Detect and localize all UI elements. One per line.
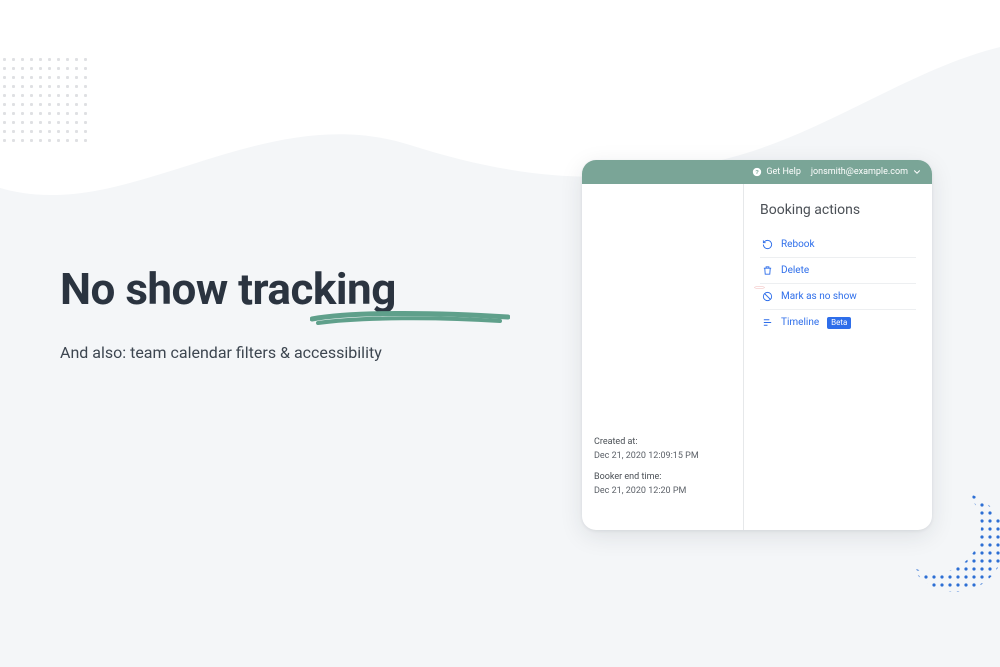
action-timeline[interactable]: Timeline Beta (760, 310, 916, 336)
created-at-label: Created at: (594, 436, 699, 450)
user-email: jonsmith@example.com (811, 167, 908, 177)
booking-meta: Created at: Dec 21, 2020 12:09:15 PM Boo… (594, 436, 699, 506)
no-show-icon (762, 291, 773, 302)
booker-end-label: Booker end time: (594, 471, 699, 485)
get-help-button[interactable]: ? Get Help (752, 167, 801, 177)
action-rebook-label: Rebook (781, 239, 815, 250)
app-topbar: ? Get Help jonsmith@example.com (582, 160, 932, 184)
action-delete[interactable]: Delete (760, 258, 916, 284)
page-title-text: No show tracking (60, 263, 396, 315)
page-title: No show tracking (60, 265, 396, 313)
action-mark-no-show[interactable]: Mark as no show (760, 284, 916, 310)
get-help-label: Get Help (766, 167, 801, 177)
beta-badge: Beta (827, 317, 851, 329)
user-menu[interactable]: jonsmith@example.com (811, 167, 922, 177)
created-at-value: Dec 21, 2020 12:09:15 PM (594, 450, 699, 464)
app-screenshot-frame: ? Get Help jonsmith@example.com Created … (582, 160, 932, 530)
timeline-icon (762, 317, 773, 328)
decorative-dot-grid (0, 55, 90, 145)
booking-actions-title: Booking actions (760, 202, 916, 218)
booker-end-value: Dec 21, 2020 12:20 PM (594, 485, 699, 499)
action-timeline-label: Timeline (781, 317, 819, 328)
help-icon: ? (752, 167, 762, 177)
action-delete-label: Delete (781, 265, 809, 276)
action-rebook[interactable]: Rebook (760, 232, 916, 258)
svg-text:?: ? (756, 170, 760, 176)
booking-actions-list: Rebook Delete Mark as no show Timeline (760, 232, 916, 336)
right-pane: Booking actions Rebook Delete Mark as no… (744, 184, 932, 530)
action-mark-no-show-label: Mark as no show (781, 291, 857, 302)
chevron-down-icon (912, 167, 922, 177)
rebook-icon (762, 239, 773, 250)
trash-icon (762, 265, 773, 276)
page-subtitle: And also: team calendar filters & access… (60, 343, 530, 362)
left-pane: Created at: Dec 21, 2020 12:09:15 PM Boo… (582, 184, 744, 530)
